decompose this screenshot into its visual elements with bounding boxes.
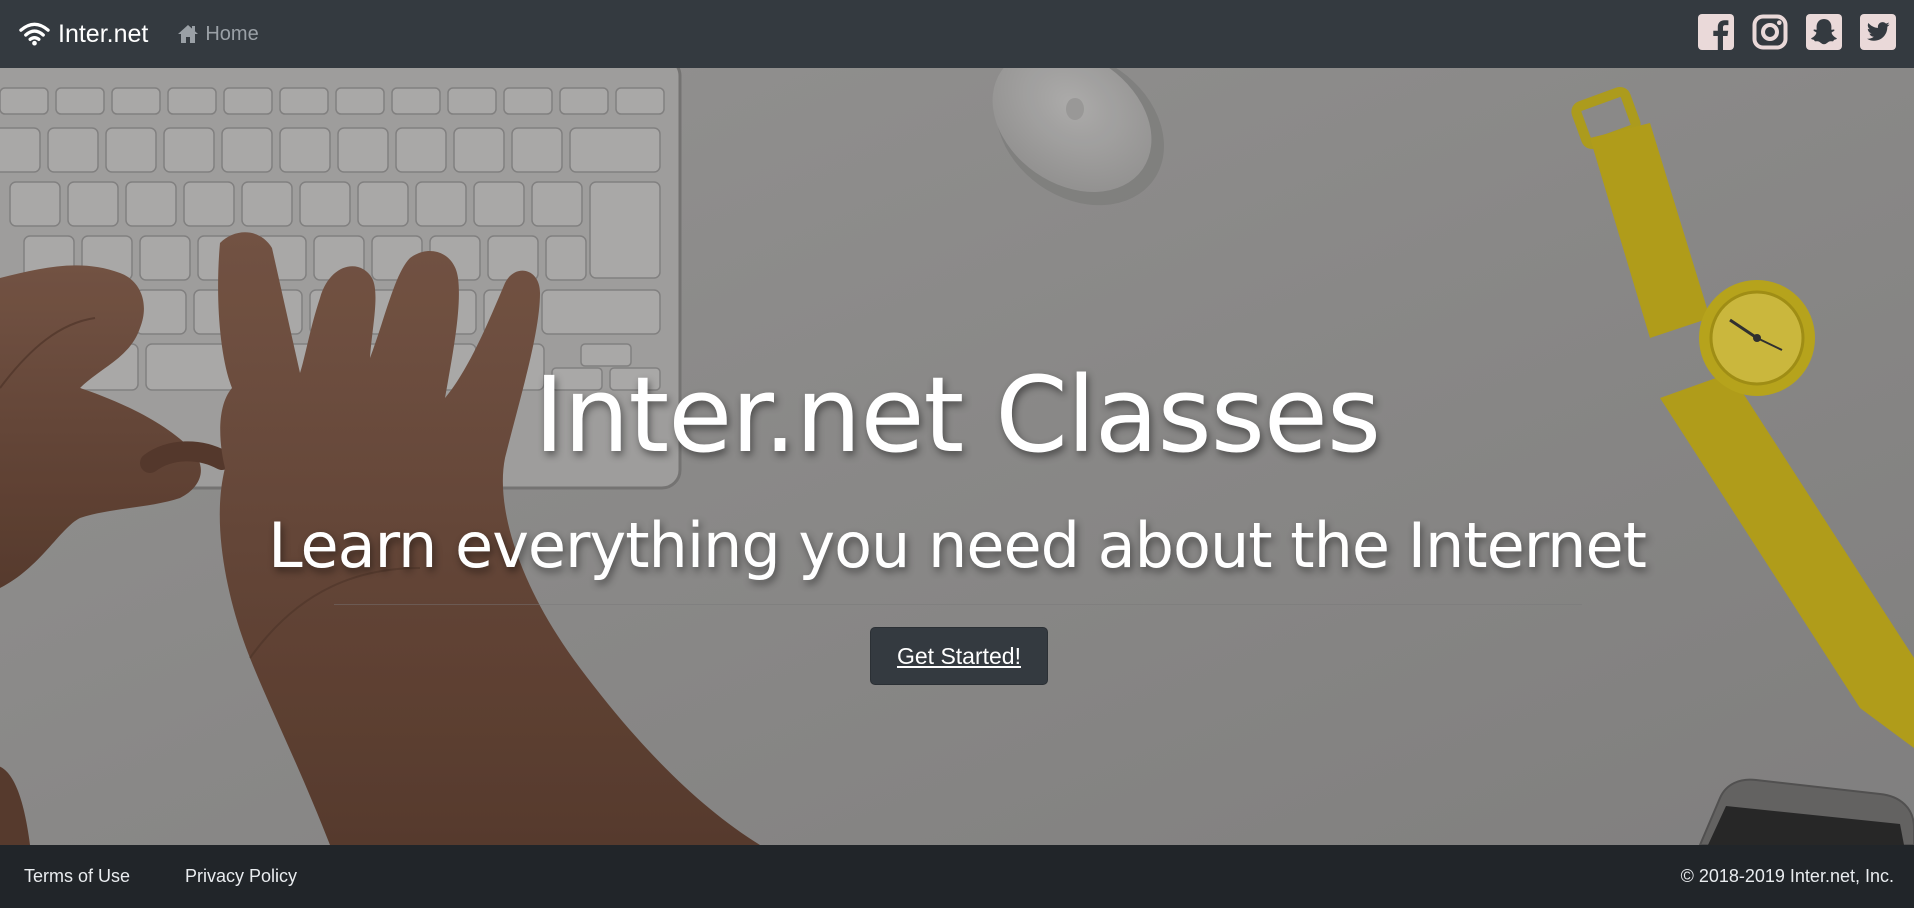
nav-home-link[interactable]: Home: [177, 22, 259, 46]
facebook-link[interactable]: [1698, 14, 1734, 50]
hero-title: Inter.net Classes: [533, 354, 1381, 476]
instagram-link[interactable]: [1752, 14, 1788, 50]
hero-divider: [334, 604, 1582, 605]
twitter-icon: [1860, 14, 1896, 50]
copyright-text: © 2018-2019 Inter.net, Inc.: [1680, 866, 1894, 886]
twitter-link[interactable]: [1860, 14, 1896, 50]
privacy-policy-link[interactable]: Privacy Policy: [185, 866, 297, 887]
get-started-button[interactable]: Get Started!: [870, 627, 1048, 685]
nav-home-label: Home: [205, 22, 259, 45]
hero-content: Inter.net Classes Learn everything you n…: [0, 68, 1914, 845]
hero-section: Inter.net Classes Learn everything you n…: [0, 68, 1914, 845]
hero-subtitle: Learn everything you need about the Inte…: [268, 509, 1647, 582]
instagram-icon: [1752, 14, 1788, 50]
footer: Terms of Use Privacy Policy © 2018-2019 …: [0, 845, 1914, 908]
top-navbar: Inter.net Home: [0, 0, 1914, 68]
social-links: [1698, 14, 1896, 50]
snapchat-icon: [1806, 14, 1842, 50]
snapchat-link[interactable]: [1806, 14, 1842, 50]
brand-name: Inter.net: [58, 19, 149, 48]
wifi-icon: [19, 22, 50, 46]
home-icon: [178, 25, 199, 43]
terms-of-use-link[interactable]: Terms of Use: [24, 866, 130, 887]
facebook-icon: [1698, 14, 1734, 50]
brand-link[interactable]: Inter.net: [19, 20, 148, 49]
